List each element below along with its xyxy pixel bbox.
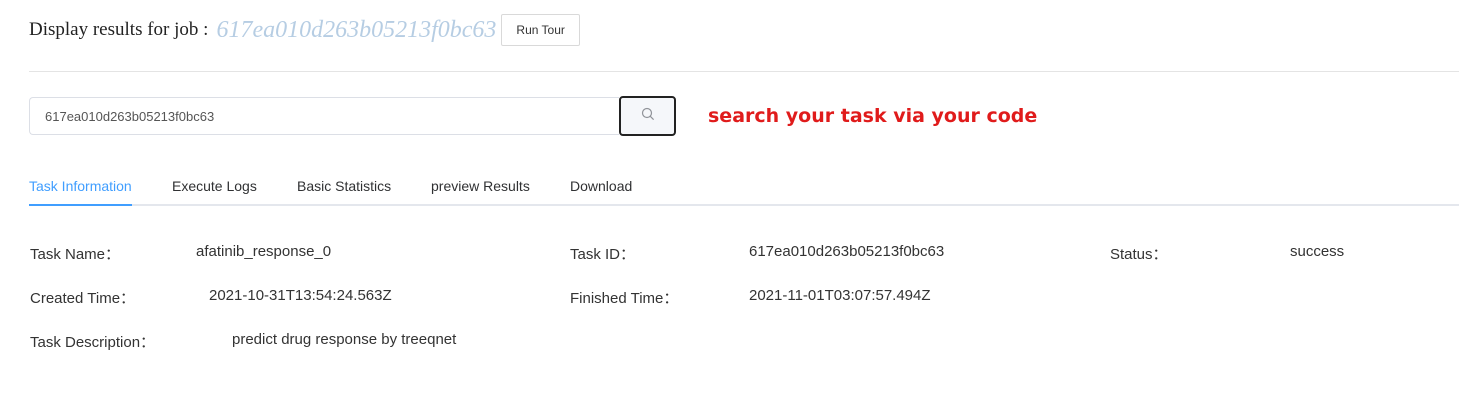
task-description-label: Task Description： bbox=[30, 334, 156, 351]
created-time-label: Created Time： bbox=[30, 290, 136, 307]
tab-basic-statistics[interactable]: Basic Statistics bbox=[297, 170, 391, 204]
created-time-value: 2021-10-31T13:54:24.563Z bbox=[209, 287, 392, 304]
search-button[interactable] bbox=[619, 96, 676, 136]
tab-execute-logs[interactable]: Execute Logs bbox=[172, 170, 257, 204]
run-tour-button[interactable]: Run Tour bbox=[501, 14, 580, 46]
divider bbox=[29, 71, 1459, 72]
search-row: search your task via your code bbox=[29, 96, 1037, 136]
tab-download[interactable]: Download bbox=[570, 170, 632, 204]
tab-bar: Task Information Execute Logs Basic Stat… bbox=[29, 170, 1459, 206]
header-job-id: 617ea010d263b05213f0bc63 bbox=[216, 16, 497, 43]
search-hint: search your task via your code bbox=[708, 105, 1038, 127]
tab-active-indicator bbox=[29, 204, 132, 206]
task-id-label: Task ID： bbox=[570, 246, 636, 263]
status-value: success bbox=[1290, 243, 1345, 260]
task-id-value: 617ea010d263b05213f0bc63 bbox=[749, 243, 945, 260]
header-label: Display results for job : bbox=[29, 19, 209, 40]
task-name-value: afatinib_response_0 bbox=[196, 243, 332, 260]
task-name-label: Task Name： bbox=[30, 246, 121, 263]
finished-time-value: 2021-11-01T03:07:57.494Z bbox=[749, 287, 931, 304]
header: Display results for job : 617ea010d263b0… bbox=[29, 12, 580, 48]
tab-preview-results[interactable]: preview Results bbox=[431, 170, 530, 204]
task-description-value: predict drug response by treeqnet bbox=[232, 331, 457, 348]
tab-task-information[interactable]: Task Information bbox=[29, 170, 132, 204]
search-input[interactable] bbox=[29, 97, 619, 135]
status-label: Status： bbox=[1110, 246, 1168, 263]
search-icon bbox=[641, 107, 655, 126]
page: Display results for job : 617ea010d263b0… bbox=[0, 0, 1459, 418]
finished-time-label: Finished Time： bbox=[570, 290, 679, 307]
